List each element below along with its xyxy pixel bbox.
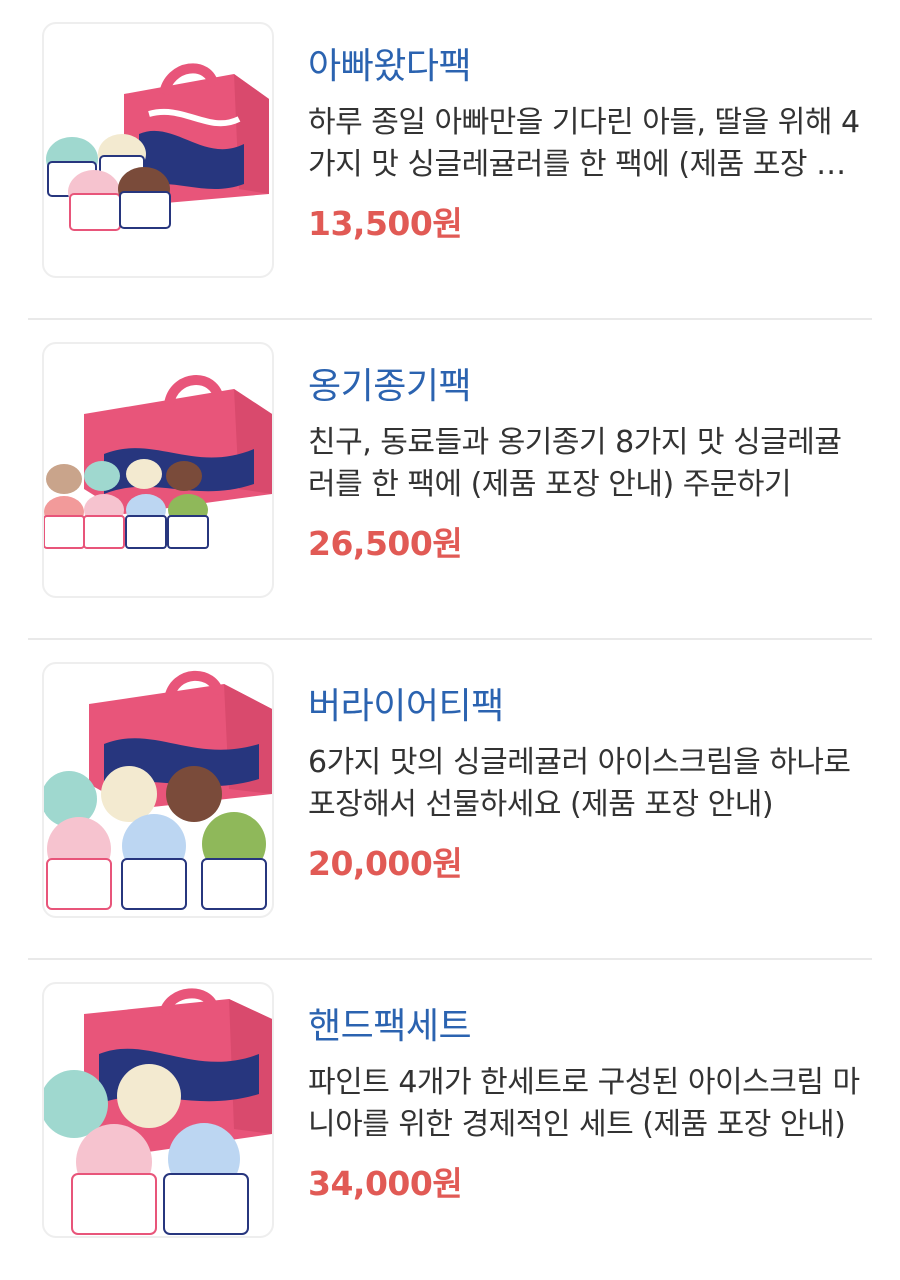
product-price: 13,500원 [308, 204, 463, 243]
product-info: 버라이어티팩 6가지 맛의 싱글레귤러 아이스크림을 하나로 포장해서 선물하세… [308, 682, 868, 886]
product-price: 20,000원 [308, 844, 463, 883]
list-item[interactable]: 버라이어티팩 6가지 맛의 싱글레귤러 아이스크림을 하나로 포장해서 선물하세… [0, 640, 900, 960]
list-item[interactable]: 옹기종기팩 친구, 동료들과 옹기종기 8가지 맛 싱글레귤러를 한 팩에 (제… [0, 320, 900, 640]
product-price: 26,500원 [308, 524, 463, 563]
list-item[interactable]: 아빠왔다팩 하루 종일 아빠만을 기다린 아들, 딸을 위해 4가지 맛 싱글레… [0, 0, 900, 320]
ice-cream-pack-8-image [44, 375, 272, 549]
product-image[interactable] [42, 22, 274, 278]
product-name[interactable]: 옹기종기팩 [308, 362, 868, 412]
product-image[interactable] [42, 662, 274, 918]
product-name[interactable]: 버라이어티팩 [308, 682, 868, 732]
product-description: 파인트 4개가 한세트로 구성된 아이스크림 마니아를 위한 경제적인 세트 (… [308, 1065, 860, 1142]
product-info: 아빠왔다팩 하루 종일 아빠만을 기다린 아들, 딸을 위해 4가지 맛 싱글레… [308, 42, 868, 246]
product-description: 6가지 맛의 싱글레귤러 아이스크림을 하나로 포장해서 선물하세요 (제품 포… [308, 745, 851, 822]
product-info: 핸드팩세트 파인트 4개가 한세트로 구성된 아이스크림 마니아를 위한 경제적… [308, 1002, 868, 1206]
product-image[interactable] [42, 982, 274, 1238]
product-name[interactable]: 아빠왔다팩 [308, 42, 868, 92]
product-image[interactable] [42, 342, 274, 598]
ice-cream-pint-set-image [44, 988, 272, 1235]
product-list: 아빠왔다팩 하루 종일 아빠만을 기다린 아들, 딸을 위해 4가지 맛 싱글레… [0, 0, 900, 1248]
product-info: 옹기종기팩 친구, 동료들과 옹기종기 8가지 맛 싱글레귤러를 한 팩에 (제… [308, 362, 868, 566]
product-price: 34,000원 [308, 1164, 463, 1203]
ice-cream-pack-6-image [44, 670, 272, 910]
product-description: 하루 종일 아빠만을 기다린 아들, 딸을 위해 4가지 맛 싱글레귤러를 한 … [308, 105, 860, 182]
product-description: 친구, 동료들과 옹기종기 8가지 맛 싱글레귤러를 한 팩에 (제품 포장 안… [308, 425, 842, 502]
product-name[interactable]: 핸드팩세트 [308, 1002, 868, 1052]
ice-cream-pack-4-image [46, 63, 269, 231]
list-item[interactable]: 핸드팩세트 파인트 4개가 한세트로 구성된 아이스크림 마니아를 위한 경제적… [0, 960, 900, 1280]
